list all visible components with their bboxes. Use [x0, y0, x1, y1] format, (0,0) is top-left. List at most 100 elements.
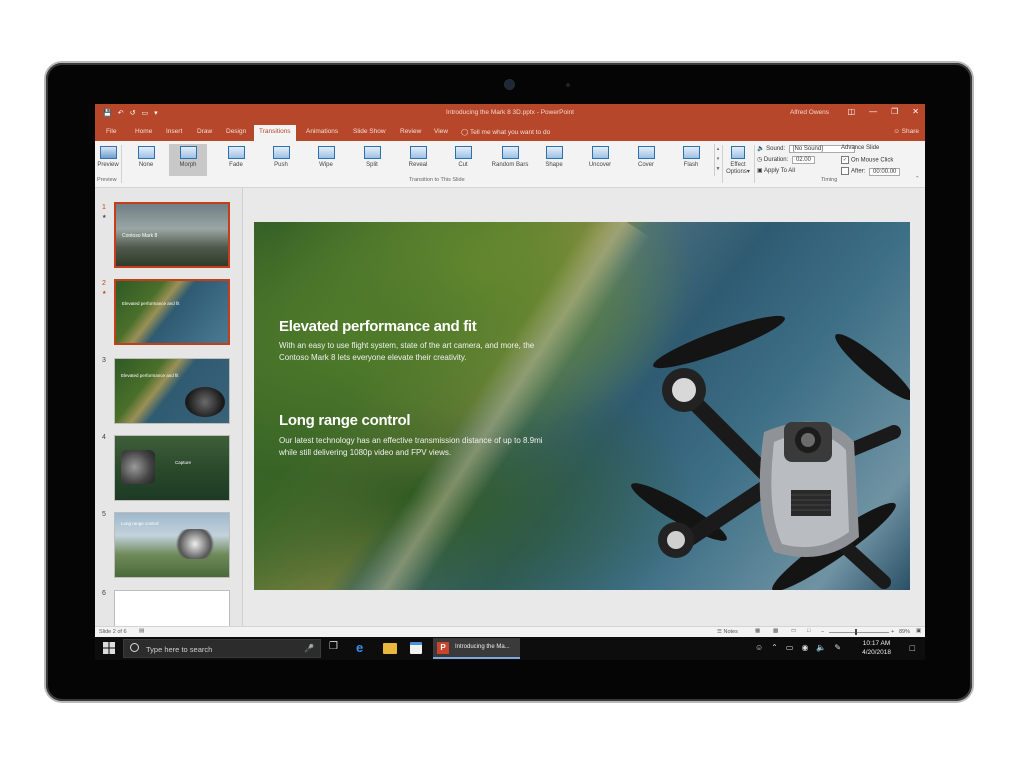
preview-button[interactable]: Preview: [96, 144, 120, 176]
slide-thumbnail-2[interactable]: Elevated performance and fit: [114, 279, 230, 345]
zoom-slider-thumb[interactable]: [855, 629, 857, 635]
ribbon: Preview Preview None Morph Fade Push Wip…: [95, 141, 925, 188]
tab-insert[interactable]: Insert: [166, 127, 182, 141]
after-checkbox[interactable]: [841, 167, 849, 175]
notes-button[interactable]: ☰ Notes: [717, 629, 738, 635]
gallery-scroll[interactable]: ▴ ▾ ▼: [714, 144, 721, 176]
transition-shape-icon: [545, 146, 563, 159]
tab-draw[interactable]: Draw: [197, 127, 212, 141]
transition-none[interactable]: None: [127, 144, 165, 176]
transition-wipe-icon: [317, 146, 335, 159]
transition-fade[interactable]: Fade: [217, 144, 255, 176]
window-controls: ◫ — ❐ ✕: [848, 107, 919, 116]
task-view-icon[interactable]: ❐: [329, 641, 343, 655]
on-mouse-click-row[interactable]: ✓ On Mouse Click: [841, 156, 893, 164]
taskbar-powerpoint-window[interactable]: P Introducing the Ma...: [433, 638, 520, 659]
camera-gimbal-image: [121, 450, 155, 484]
slide-sorter-icon[interactable]: ▩: [773, 628, 778, 634]
transition-cut[interactable]: Cut: [444, 144, 482, 176]
zoom-in-icon[interactable]: +: [891, 629, 894, 635]
effect-options-button[interactable]: Effect Options▾: [724, 144, 752, 176]
transition-morph-icon: [179, 146, 197, 159]
transition-flash-icon: [682, 146, 700, 159]
duration-row: ◷ Duration: 02.00: [757, 156, 815, 164]
file-explorer-icon[interactable]: [383, 643, 397, 654]
taskbar-search-box[interactable]: Type here to search 🎤: [123, 639, 321, 658]
slide-heading-2[interactable]: Long range control: [279, 412, 411, 429]
zoom-out-icon[interactable]: −: [821, 629, 824, 635]
preview-icon: [99, 146, 117, 159]
spelling-icon[interactable]: ▤: [139, 628, 144, 634]
lightbulb-icon: ◯: [461, 129, 470, 136]
slide-show-icon[interactable]: □: [807, 628, 810, 634]
tab-design[interactable]: Design: [226, 127, 246, 141]
fit-slide-icon[interactable]: ▣: [916, 628, 921, 634]
transition-random-bars[interactable]: Random Bars: [485, 144, 535, 176]
slide-thumbnail-pane: 1 ★ Contoso Mark 8 2 ★ Elevated performa…: [95, 188, 243, 626]
people-icon[interactable]: ☺: [755, 643, 771, 652]
tell-me-search[interactable]: ◯ Tell me what you want to do: [461, 128, 550, 136]
transition-cover[interactable]: Cover: [627, 144, 665, 176]
transition-wipe[interactable]: Wipe: [307, 144, 345, 176]
windows-start-icon[interactable]: [102, 641, 116, 655]
after-stepper[interactable]: 00:00.00: [869, 167, 901, 176]
user-name[interactable]: Alfred Owens: [790, 109, 829, 116]
person-icon: ☺: [893, 128, 902, 135]
microphone-icon[interactable]: 🎤: [304, 644, 314, 653]
tab-animations[interactable]: Animations: [306, 127, 338, 141]
zoom-slider[interactable]: [829, 632, 889, 633]
battery-icon[interactable]: ▭: [786, 643, 802, 652]
slide-heading-1[interactable]: Elevated performance and fit: [279, 318, 477, 335]
ribbon-display-options-icon[interactable]: ◫: [848, 107, 856, 116]
group-label-transitions: Transition to This Slide: [409, 177, 465, 183]
tab-view[interactable]: View: [434, 127, 448, 141]
transition-morph[interactable]: Morph: [169, 144, 207, 176]
edge-browser-icon[interactable]: e: [356, 640, 370, 655]
group-label-timing: Timing: [821, 177, 838, 183]
slide-body-2[interactable]: Our latest technology has an effective t…: [279, 435, 549, 459]
transition-fade-icon: [227, 146, 245, 159]
transition-push[interactable]: Push: [262, 144, 300, 176]
slide-number-4: 4: [102, 434, 106, 441]
transition-push-icon: [272, 146, 290, 159]
apply-to-all-button[interactable]: ▣ Apply To All: [757, 167, 795, 174]
app-name: PowerPoint: [540, 109, 574, 116]
slide-thumbnail-1[interactable]: Contoso Mark 8: [114, 202, 230, 268]
reading-view-icon[interactable]: ▭: [791, 628, 796, 634]
share-button[interactable]: ☺ Share: [893, 128, 919, 135]
duration-icon: ◷: [757, 157, 763, 163]
on-mouse-click-checkbox[interactable]: ✓: [841, 156, 849, 164]
transition-shape[interactable]: Shape: [535, 144, 573, 176]
maximize-icon[interactable]: ❐: [891, 107, 898, 116]
slide-thumbnail-4[interactable]: Capture: [114, 435, 230, 501]
slide-body-1[interactable]: With an easy to use flight system, state…: [279, 340, 549, 364]
taskbar-clock[interactable]: 10:17 AM 4/20/2018: [862, 639, 891, 657]
zoom-level[interactable]: 89%: [899, 629, 910, 635]
transition-flash[interactable]: Flash: [672, 144, 710, 176]
tab-home[interactable]: Home: [135, 127, 152, 141]
tab-transitions[interactable]: Transitions: [254, 125, 296, 141]
current-slide[interactable]: Elevated performance and fit With an eas…: [254, 222, 910, 590]
tab-review[interactable]: Review: [400, 127, 421, 141]
slide-thumbnail-6[interactable]: [114, 590, 230, 626]
transition-uncover[interactable]: Uncover: [581, 144, 619, 176]
close-icon[interactable]: ✕: [912, 107, 919, 116]
network-icon[interactable]: ◉: [801, 643, 816, 652]
apply-all-icon: ▣: [757, 168, 763, 174]
slide-thumbnail-3[interactable]: Elevated performance and fit: [114, 358, 230, 424]
pen-icon[interactable]: ✎: [834, 643, 849, 652]
slide-number-2: 2: [102, 280, 106, 287]
duration-stepper[interactable]: 02.00: [791, 156, 815, 164]
minimize-icon[interactable]: —: [869, 107, 877, 116]
transition-split[interactable]: Split: [353, 144, 391, 176]
tab-slide-show[interactable]: Slide Show: [353, 127, 386, 141]
tab-file[interactable]: File: [106, 127, 116, 141]
action-center-icon[interactable]: □: [910, 643, 915, 653]
store-icon[interactable]: [410, 642, 422, 654]
collapse-ribbon-icon[interactable]: ⌃: [915, 176, 920, 182]
volume-icon[interactable]: 🔈: [816, 643, 834, 652]
normal-view-icon[interactable]: ▦: [755, 628, 760, 634]
slide-thumbnail-5[interactable]: Long range control: [114, 512, 230, 578]
show-hidden-icons[interactable]: ⌃: [771, 643, 786, 652]
transition-reveal[interactable]: Reveal: [399, 144, 437, 176]
